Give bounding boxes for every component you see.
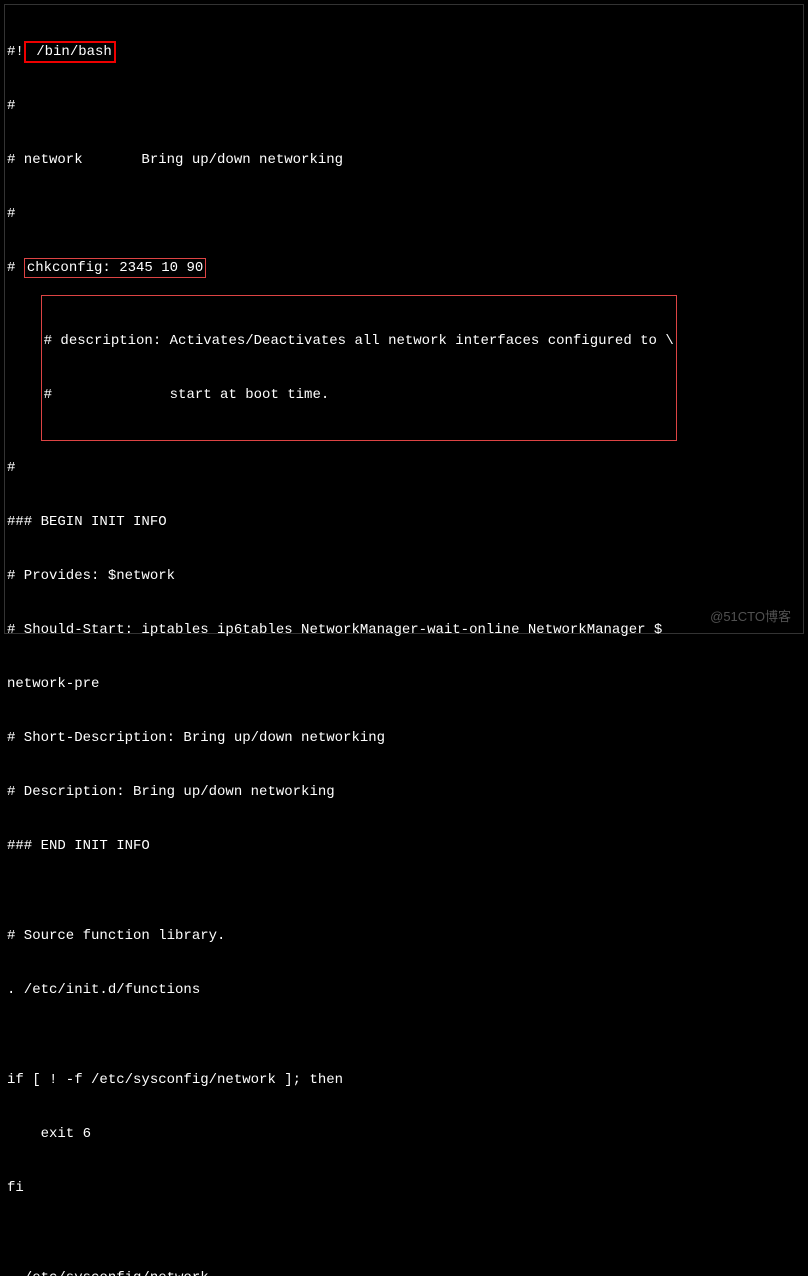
code-line: network-pre bbox=[7, 675, 801, 693]
code-line: # bbox=[7, 97, 801, 115]
code-line: ### END INIT INFO bbox=[7, 837, 801, 855]
code-line: # Should-Start: iptables ip6tables Netwo… bbox=[7, 621, 801, 639]
line-shebang: #! /bin/bash bbox=[7, 43, 801, 61]
shebang-highlight-box: /bin/bash bbox=[24, 41, 116, 63]
description-highlight-box: # description: Activates/Deactivates all… bbox=[41, 295, 677, 441]
line-description-2: # start at boot time. bbox=[44, 386, 674, 404]
chkconfig-highlight-box: chkconfig: 2345 10 90 bbox=[24, 258, 206, 278]
watermark-text: @51CTO博客 bbox=[710, 606, 791, 625]
code-line: ### BEGIN INIT INFO bbox=[7, 513, 801, 531]
description-text: description: Activates/Deactivates all n… bbox=[60, 332, 673, 350]
shebang-prefix: #! bbox=[7, 43, 24, 61]
code-line: # Provides: $network bbox=[7, 567, 801, 585]
comment-prefix: # bbox=[7, 259, 24, 277]
code-line: . /etc/sysconfig/network bbox=[7, 1269, 801, 1276]
code-line: # bbox=[7, 205, 801, 223]
code-line: if [ ! -f /etc/sysconfig/network ]; then bbox=[7, 1071, 801, 1089]
line-description-1: # description: Activates/Deactivates all… bbox=[44, 332, 674, 350]
code-line: . /etc/init.d/functions bbox=[7, 981, 801, 999]
comment-prefix: # bbox=[44, 332, 61, 350]
comment-prefix: # bbox=[44, 386, 52, 404]
code-line: # Source function library. bbox=[7, 927, 801, 945]
code-line: # Description: Bring up/down networking bbox=[7, 783, 801, 801]
code-line: fi bbox=[7, 1179, 801, 1197]
code-line: # bbox=[7, 459, 801, 477]
line-chkconfig: # chkconfig: 2345 10 90 bbox=[7, 259, 801, 277]
code-line: # network Bring up/down networking bbox=[7, 151, 801, 169]
code-line: exit 6 bbox=[7, 1125, 801, 1143]
description-text: start at boot time. bbox=[52, 386, 329, 404]
terminal-window: #! /bin/bash # # network Bring up/down n… bbox=[4, 4, 804, 634]
code-line: # Short-Description: Bring up/down netwo… bbox=[7, 729, 801, 747]
terminal-content[interactable]: #! /bin/bash # # network Bring up/down n… bbox=[7, 7, 801, 1276]
